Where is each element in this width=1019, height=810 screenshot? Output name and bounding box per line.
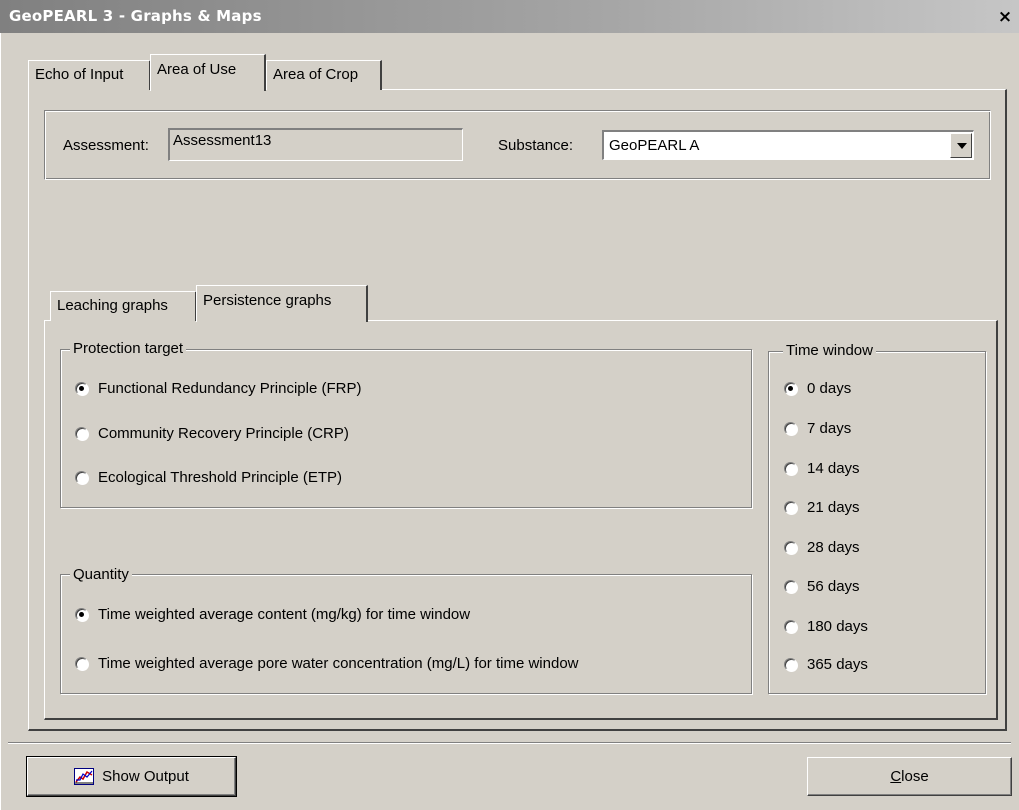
tab-label: Area of Crop [273, 66, 359, 83]
radio-7-days[interactable]: 7 days [784, 420, 851, 437]
radio-label: 0 days [807, 380, 852, 397]
time-window-title: Time window [783, 342, 876, 359]
protection-target-title: Protection target [70, 340, 187, 357]
radio-button-icon [784, 422, 797, 435]
substance-select[interactable]: GeoPEARL A [602, 130, 974, 160]
time-window-group [768, 351, 986, 694]
radio-21-days[interactable]: 21 days [784, 499, 860, 516]
assessment-label: Assessment: [63, 137, 149, 154]
assessment-field: Assessment13 [168, 128, 463, 161]
radio-twa-pore-water[interactable]: Time weighted average pore water concent… [75, 655, 579, 672]
radio-button-icon [784, 658, 797, 671]
close-window-icon[interactable]: × [995, 8, 1015, 26]
show-output-label: Show Output [102, 768, 189, 785]
radio-button-icon [784, 462, 797, 475]
radio-label: 56 days [807, 578, 860, 595]
radio-28-days[interactable]: 28 days [784, 539, 860, 556]
quantity-title: Quantity [70, 566, 132, 583]
separator [8, 742, 1011, 744]
radio-label: Community Recovery Principle (CRP) [98, 425, 349, 442]
radio-button-icon [784, 382, 797, 395]
chart-icon [74, 768, 95, 785]
substance-value: GeoPEARL A [609, 137, 700, 154]
tab-area-of-use[interactable]: Area of Use [150, 54, 266, 91]
tab-area-of-crop[interactable]: Area of Crop [266, 60, 382, 90]
radio-button-icon [784, 580, 797, 593]
tab-label: Echo of Input [35, 66, 124, 83]
radio-label: 28 days [807, 539, 860, 556]
radio-0-days[interactable]: 0 days [784, 380, 851, 397]
radio-etp[interactable]: Ecological Threshold Principle (ETP) [75, 469, 342, 486]
tab-label: Area of Use [157, 61, 237, 78]
tab-leaching-graphs[interactable]: Leaching graphs [50, 291, 197, 321]
radio-crp[interactable]: Community Recovery Principle (CRP) [75, 425, 349, 442]
radio-button-icon [75, 382, 88, 395]
radio-label: 21 days [807, 499, 860, 516]
radio-180-days[interactable]: 180 days [784, 618, 868, 635]
radio-button-icon [75, 657, 88, 670]
tab-label: Leaching graphs [57, 297, 168, 314]
tab-label: Persistence graphs [203, 292, 332, 309]
radio-label: Ecological Threshold Principle (ETP) [98, 469, 342, 486]
radio-frp[interactable]: Functional Redundancy Principle (FRP) [75, 380, 361, 397]
tab-persistence-graphs[interactable]: Persistence graphs [196, 285, 368, 322]
radio-label: Time weighted average content (mg/kg) fo… [98, 606, 471, 623]
radio-label: 7 days [807, 420, 852, 437]
radio-label: 14 days [807, 460, 860, 477]
assessment-value: Assessment13 [173, 132, 272, 149]
tab-echo-of-input[interactable]: Echo of Input [28, 60, 151, 90]
quantity-group [60, 574, 752, 694]
radio-button-icon [75, 471, 88, 484]
radio-label: 365 days [807, 656, 868, 673]
radio-button-icon [75, 608, 88, 621]
close-button[interactable]: Close [807, 757, 1012, 796]
radio-button-icon [784, 541, 797, 554]
title-bar: GeoPEARL 3 - Graphs & Maps × [0, 0, 1019, 33]
radio-label: 180 days [807, 618, 868, 635]
window-title: GeoPEARL 3 - Graphs & Maps [9, 7, 262, 25]
dropdown-arrow-icon[interactable] [950, 133, 972, 158]
radio-button-icon [784, 501, 797, 514]
substance-label: Substance: [498, 137, 574, 154]
close-accelerator: C [890, 768, 902, 785]
radio-button-icon [75, 427, 88, 440]
radio-56-days[interactable]: 56 days [784, 578, 860, 595]
radio-twa-content[interactable]: Time weighted average content (mg/kg) fo… [75, 606, 470, 623]
radio-label: Time weighted average pore water concent… [98, 655, 579, 672]
close-label: lose [901, 768, 929, 785]
radio-14-days[interactable]: 14 days [784, 460, 860, 477]
show-output-button[interactable]: Show Output [26, 756, 237, 797]
radio-365-days[interactable]: 365 days [784, 656, 868, 673]
radio-button-icon [784, 620, 797, 633]
radio-label: Functional Redundancy Principle (FRP) [98, 380, 362, 397]
